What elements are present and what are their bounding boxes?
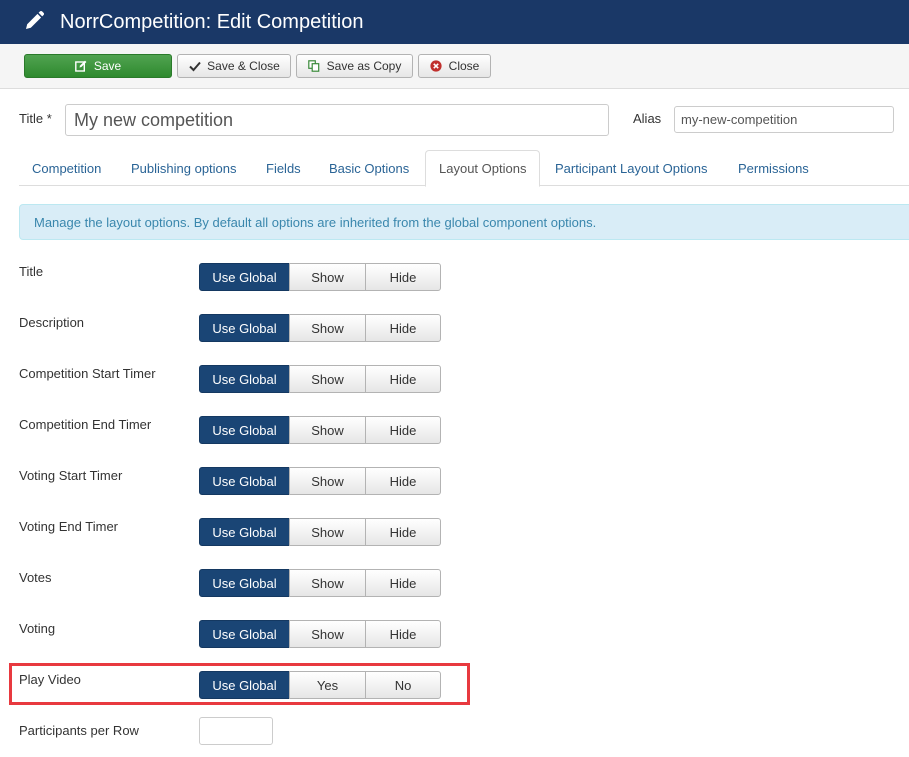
save-close-button[interactable]: Save & Close — [177, 54, 291, 78]
option-group-competition-end-timer: Use Global Show Hide — [199, 416, 441, 444]
info-alert-text: Manage the layout options. By default al… — [34, 214, 597, 230]
option-voting-hide[interactable]: Hide — [365, 620, 441, 648]
option-play-video-use-global[interactable]: Use Global — [199, 671, 290, 699]
option-description-use-global[interactable]: Use Global — [199, 314, 290, 342]
title-input[interactable] — [65, 104, 609, 136]
page-title: NorrCompetition: Edit Competition — [60, 11, 364, 33]
option-voting-end-timer-use-global[interactable]: Use Global — [199, 518, 290, 546]
option-group-description: Use Global Show Hide — [199, 314, 441, 342]
option-play-video-no[interactable]: No — [365, 671, 441, 699]
edit-icon — [75, 60, 88, 73]
page-header: NorrCompetition: Edit Competition — [0, 0, 909, 44]
save-label: Save — [93, 59, 122, 73]
option-title-hide[interactable]: Hide — [365, 263, 441, 291]
option-group-voting: Use Global Show Hide — [199, 620, 441, 648]
tab-bar: Competition Publishing options Fields Ba… — [19, 150, 909, 187]
option-label-competition-end-timer: Competition End Timer — [19, 417, 152, 432]
tab-permissions[interactable]: Permissions — [725, 150, 822, 186]
option-votes-show[interactable]: Show — [289, 569, 366, 597]
tab-fields[interactable]: Fields — [253, 150, 314, 186]
tab-participant-layout-options[interactable]: Participant Layout Options — [542, 150, 720, 186]
option-label-description: Description — [19, 315, 85, 330]
option-group-play-video: Use Global Yes No — [199, 671, 441, 699]
option-label-voting-end-timer: Voting End Timer — [19, 519, 118, 534]
tab-competition[interactable]: Competition — [19, 150, 114, 186]
option-voting-start-timer-hide[interactable]: Hide — [365, 467, 441, 495]
option-group-competition-start-timer: Use Global Show Hide — [199, 365, 441, 393]
option-competition-start-timer-use-global[interactable]: Use Global — [199, 365, 290, 393]
close-label: Close — [448, 59, 480, 73]
option-label-votes: Votes — [19, 570, 52, 585]
info-alert: Manage the layout options. By default al… — [19, 204, 909, 240]
option-group-title: Use Global Show Hide — [199, 263, 441, 291]
copy-icon — [308, 60, 321, 73]
option-competition-end-timer-use-global[interactable]: Use Global — [199, 416, 290, 444]
participants-per-row-label: Participants per Row — [19, 723, 139, 738]
pencil-icon — [26, 10, 45, 29]
option-description-hide[interactable]: Hide — [365, 314, 441, 342]
option-label-title: Title — [19, 264, 44, 279]
option-voting-start-timer-show[interactable]: Show — [289, 467, 366, 495]
option-voting-end-timer-hide[interactable]: Hide — [365, 518, 441, 546]
option-group-voting-start-timer: Use Global Show Hide — [199, 467, 441, 495]
option-group-voting-end-timer: Use Global Show Hide — [199, 518, 441, 546]
option-voting-show[interactable]: Show — [289, 620, 366, 648]
participants-per-row-input[interactable] — [199, 717, 273, 745]
alias-input[interactable] — [674, 106, 894, 133]
save-as-copy-button[interactable]: Save as Copy — [296, 54, 413, 78]
tab-publishing-options[interactable]: Publishing options — [118, 150, 250, 186]
option-title-show[interactable]: Show — [289, 263, 366, 291]
option-voting-use-global[interactable]: Use Global — [199, 620, 290, 648]
alias-label: Alias — [633, 111, 662, 126]
option-competition-end-timer-show[interactable]: Show — [289, 416, 366, 444]
close-circle-icon — [430, 60, 443, 73]
close-button[interactable]: Close — [418, 54, 491, 78]
option-competition-start-timer-hide[interactable]: Hide — [365, 365, 441, 393]
checkmark-icon — [188, 60, 201, 73]
option-label-voting-start-timer: Voting Start Timer — [19, 468, 123, 483]
option-play-video-yes[interactable]: Yes — [289, 671, 366, 699]
option-title-use-global[interactable]: Use Global — [199, 263, 290, 291]
option-competition-start-timer-show[interactable]: Show — [289, 365, 366, 393]
option-label-competition-start-timer: Competition Start Timer — [19, 366, 156, 381]
save-button[interactable]: Save — [24, 54, 172, 78]
option-votes-use-global[interactable]: Use Global — [199, 569, 290, 597]
option-votes-hide[interactable]: Hide — [365, 569, 441, 597]
toolbar: Save Save & Close Save as Copy Close — [0, 44, 909, 89]
tab-basic-options[interactable]: Basic Options — [316, 150, 422, 186]
option-label-voting: Voting — [19, 621, 56, 636]
save-close-label: Save & Close — [207, 59, 280, 73]
option-description-show[interactable]: Show — [289, 314, 366, 342]
option-voting-start-timer-use-global[interactable]: Use Global — [199, 467, 290, 495]
save-copy-label: Save as Copy — [326, 59, 402, 73]
option-group-votes: Use Global Show Hide — [199, 569, 441, 597]
tab-layout-options[interactable]: Layout Options — [425, 150, 541, 187]
title-label: Title * — [19, 111, 52, 126]
option-competition-end-timer-hide[interactable]: Hide — [365, 416, 441, 444]
option-voting-end-timer-show[interactable]: Show — [289, 518, 366, 546]
option-label-play-video: Play Video — [19, 672, 81, 687]
